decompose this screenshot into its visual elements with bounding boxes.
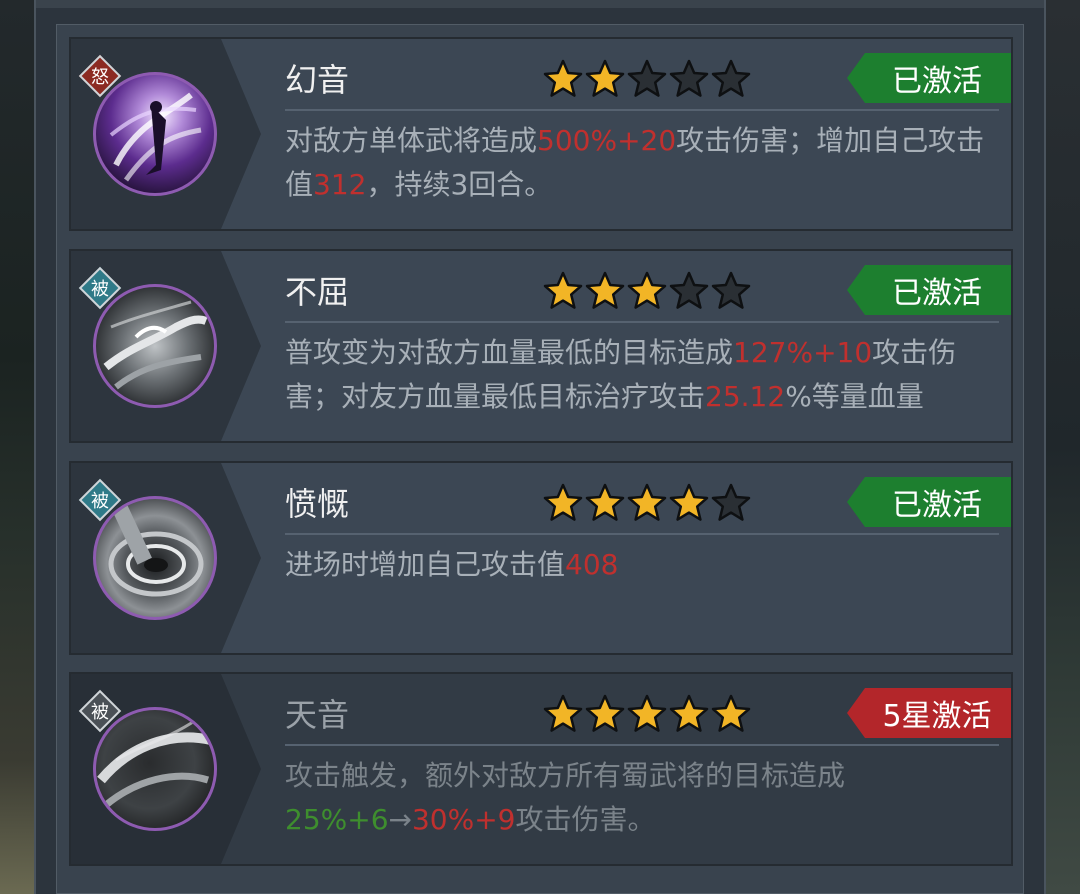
skill-star-rating bbox=[543, 59, 751, 103]
skill-star-rating bbox=[543, 483, 751, 527]
frame-top-bar bbox=[36, 0, 1044, 8]
description-text: 普攻变为对敌方血量最低的目标造成 bbox=[285, 336, 734, 369]
skill-portrait-icon bbox=[93, 284, 217, 408]
description-value: 500%+20 bbox=[537, 124, 677, 157]
star-empty-icon bbox=[669, 59, 709, 103]
star-empty-icon bbox=[711, 271, 751, 315]
skill-star-rating bbox=[543, 271, 751, 315]
star-empty-icon bbox=[711, 483, 751, 527]
star-filled-icon bbox=[669, 483, 709, 527]
star-filled-icon bbox=[543, 694, 583, 738]
description-text: 攻击伤害。 bbox=[515, 803, 656, 836]
star-filled-icon bbox=[543, 483, 583, 527]
description-value: 30%+9 bbox=[411, 803, 516, 836]
star-empty-icon bbox=[627, 59, 667, 103]
star-filled-icon bbox=[585, 271, 625, 315]
star-filled-icon bbox=[585, 483, 625, 527]
divider bbox=[285, 533, 999, 535]
skill-star-rating bbox=[543, 694, 751, 738]
skill-name: 不屈 bbox=[285, 273, 350, 311]
star-filled-icon bbox=[627, 694, 667, 738]
description-value: 25.12 bbox=[705, 380, 786, 413]
skill-card[interactable]: 怒 幻音 对敌方单体武将造成500%+20攻击伤害；增加自己攻击值312，持续3… bbox=[69, 37, 1013, 231]
skill-card[interactable]: 被 愤慨 进场时增加自己攻击值408 已激活 bbox=[69, 461, 1013, 655]
description-text: 攻击触发，额外对敌方所有蜀武将的目标造成 bbox=[285, 759, 846, 792]
description-text: 进场时增加自己攻击值 bbox=[285, 548, 566, 581]
description-text: → bbox=[388, 803, 412, 836]
star-empty-icon bbox=[669, 271, 709, 315]
star-filled-icon bbox=[669, 694, 709, 738]
description-text: %等量血量 bbox=[785, 380, 924, 413]
skill-card[interactable]: 被 不屈 普攻变为对敌方血量最低的目标造成127%+10攻击伤害；对友方血量最低… bbox=[69, 249, 1013, 443]
star-filled-icon bbox=[627, 483, 667, 527]
description-value: 127%+10 bbox=[733, 336, 873, 369]
star-empty-icon bbox=[711, 59, 751, 103]
skill-name: 幻音 bbox=[285, 61, 350, 99]
star-filled-icon bbox=[711, 694, 751, 738]
skill-portrait-icon bbox=[93, 496, 217, 620]
divider bbox=[285, 321, 999, 323]
description-value: 312 bbox=[313, 168, 367, 201]
description-text: 对敌方单体武将造成 bbox=[285, 124, 538, 157]
status-badge-activated: 已激活 bbox=[847, 477, 1011, 527]
skill-portrait-icon bbox=[93, 707, 217, 831]
skill-description: 普攻变为对敌方血量最低的目标造成127%+10攻击伤害；对友方血量最低目标治疗攻… bbox=[285, 331, 985, 419]
skill-name: 愤慨 bbox=[285, 485, 350, 523]
background-right bbox=[1040, 0, 1080, 894]
star-filled-icon bbox=[585, 59, 625, 103]
skill-description: 对敌方单体武将造成500%+20攻击伤害；增加自己攻击值312，持续3回合。 bbox=[285, 119, 985, 207]
divider bbox=[285, 744, 999, 746]
status-badge-locked: 5星激活 bbox=[847, 688, 1011, 738]
skill-name: 天音 bbox=[285, 696, 350, 734]
skill-description: 攻击触发，额外对敌方所有蜀武将的目标造成 25%+6→30%+9攻击伤害。 bbox=[285, 754, 985, 842]
skill-card[interactable]: 被 天音 攻击触发，额外对敌方所有蜀武将的目标造成25%+6→30%+9攻击伤害… bbox=[69, 672, 1013, 866]
star-filled-icon bbox=[543, 271, 583, 315]
star-filled-icon bbox=[627, 271, 667, 315]
description-value: 25%+6 bbox=[285, 803, 389, 836]
divider bbox=[285, 109, 999, 111]
status-badge-activated: 已激活 bbox=[847, 265, 1011, 315]
status-badge-activated: 已激活 bbox=[847, 53, 1011, 103]
description-text: ，持续3回合。 bbox=[366, 168, 553, 201]
description-value: 408 bbox=[565, 548, 619, 581]
skill-portrait-icon bbox=[93, 72, 217, 196]
star-filled-icon bbox=[585, 694, 625, 738]
skill-description: 进场时增加自己攻击值408 bbox=[285, 543, 985, 587]
star-filled-icon bbox=[543, 59, 583, 103]
